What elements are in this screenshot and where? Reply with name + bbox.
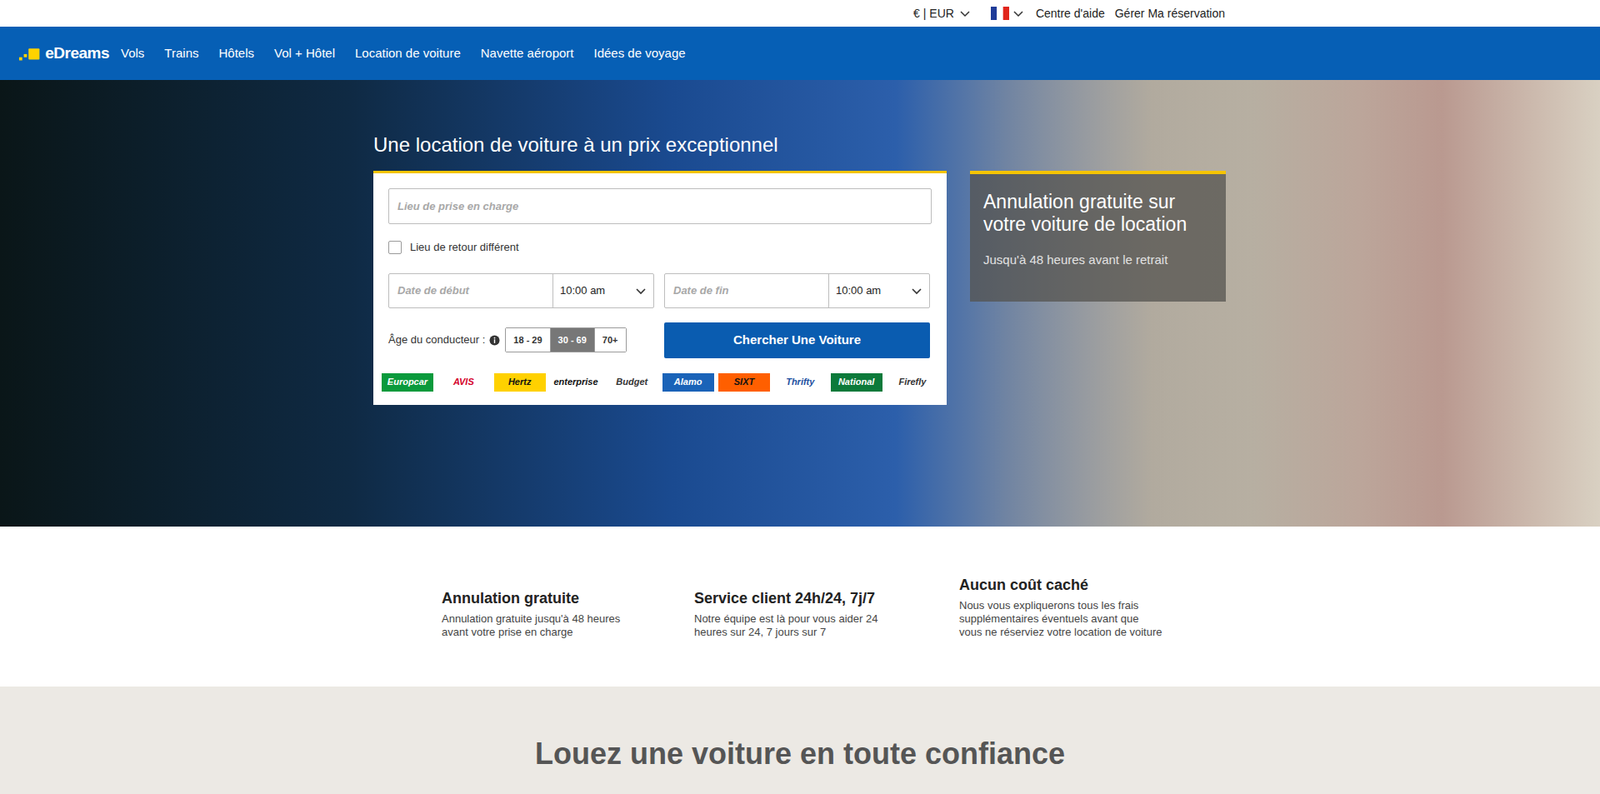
trust-section: Louez une voiture en toute confiance [0,686,1600,794]
pickup-location-input[interactable] [388,188,932,225]
features: Annulation gratuiteAnnulation gratuite j… [0,526,1600,687]
brand-logo: Thrifty [774,373,826,392]
nav-link[interactable]: Trains [164,44,199,64]
brand-logo: Alamo [662,373,715,392]
start-date-group: 10:00 am [388,273,655,309]
currency-selector[interactable]: € | EUR [913,5,971,23]
nav-link[interactable]: Location de voiture [355,44,461,64]
brand-logo: SIXT [718,373,770,392]
brand-logo: AVIS [437,373,490,392]
hero-photo [966,80,1600,527]
nav-link[interactable]: Idées de voyage [593,44,685,64]
chevron-down-icon [910,285,923,297]
start-date-input[interactable] [389,274,554,308]
nav-link[interactable]: Vol + Hôtel [274,44,335,64]
brand-logo: National [830,373,883,392]
top-bar: € | EUR Centre d'aide Gérer Ma réservatio… [0,0,1600,27]
different-return-checkbox[interactable] [388,240,402,255]
top-link[interactable]: Centre d'aide [1035,5,1105,23]
feature: Aucun coût cachéNous vous expliquerons t… [959,575,1176,640]
end-time-select[interactable]: 10:00 am [829,274,930,308]
chevron-down-icon [635,285,647,297]
age-option[interactable]: 70+ [594,328,626,352]
chevron-down-icon [1012,7,1025,20]
hero-heading: Une location de voiture à un prix except… [373,131,947,159]
start-time-select[interactable]: 10:00 am [553,274,654,308]
chevron-down-icon [959,7,971,20]
age-selector: 18 - 2930 - 6970+ [505,327,626,353]
brand-logo: Hertz [494,373,546,392]
language-selector[interactable] [990,6,1025,20]
hero: Une location de voiture à un prix except… [0,80,1600,527]
info-icon[interactable] [489,335,500,346]
free-cancellation-promo: Annulation gratuite sur votre voiture de… [970,170,1226,302]
search-button[interactable]: Chercher Une Voiture [664,322,930,359]
brand-logos: EuropcarAVISHertzenterpriseBudgetAlamoSI… [381,373,939,392]
edreams-logo-icon [18,44,42,63]
end-date-group: 10:00 am [664,273,930,309]
brand-logo: Firefly [886,373,939,392]
trust-heading: Louez une voiture en toute confiance [535,735,1065,794]
french-flag-icon [990,6,1010,20]
feature: Service client 24h/24, 7j/7Notre équipe … [694,589,960,640]
brand-logo: enterprise [550,373,602,392]
search-card: Lieu de retour différent 10:00 am 10:00 … [373,170,947,405]
age-option[interactable]: 18 - 29 [505,328,550,352]
brand-logo: Europcar [381,373,434,392]
brand-logo: Budget [605,373,658,392]
nav-link[interactable]: Vols [120,44,145,64]
age-option[interactable]: 30 - 69 [550,328,595,352]
feature: Annulation gratuiteAnnulation gratuite j… [441,589,695,640]
main-nav: eDreams Vols Trains Hôtels Vol + Hôtel Locat… [0,26,1600,80]
nav-link[interactable]: Hôtels [218,44,255,64]
different-return-option[interactable]: Lieu de retour différent [388,239,932,256]
driver-age: Âge du conducteur : 18 - 2930 - 6970+ [388,327,655,353]
edreams-logo[interactable]: eDreams [18,44,110,63]
end-date-input[interactable] [665,274,830,308]
top-link[interactable]: Gérer Ma réservation [1115,5,1225,23]
nav-link[interactable]: Navette aéroport [480,44,575,64]
